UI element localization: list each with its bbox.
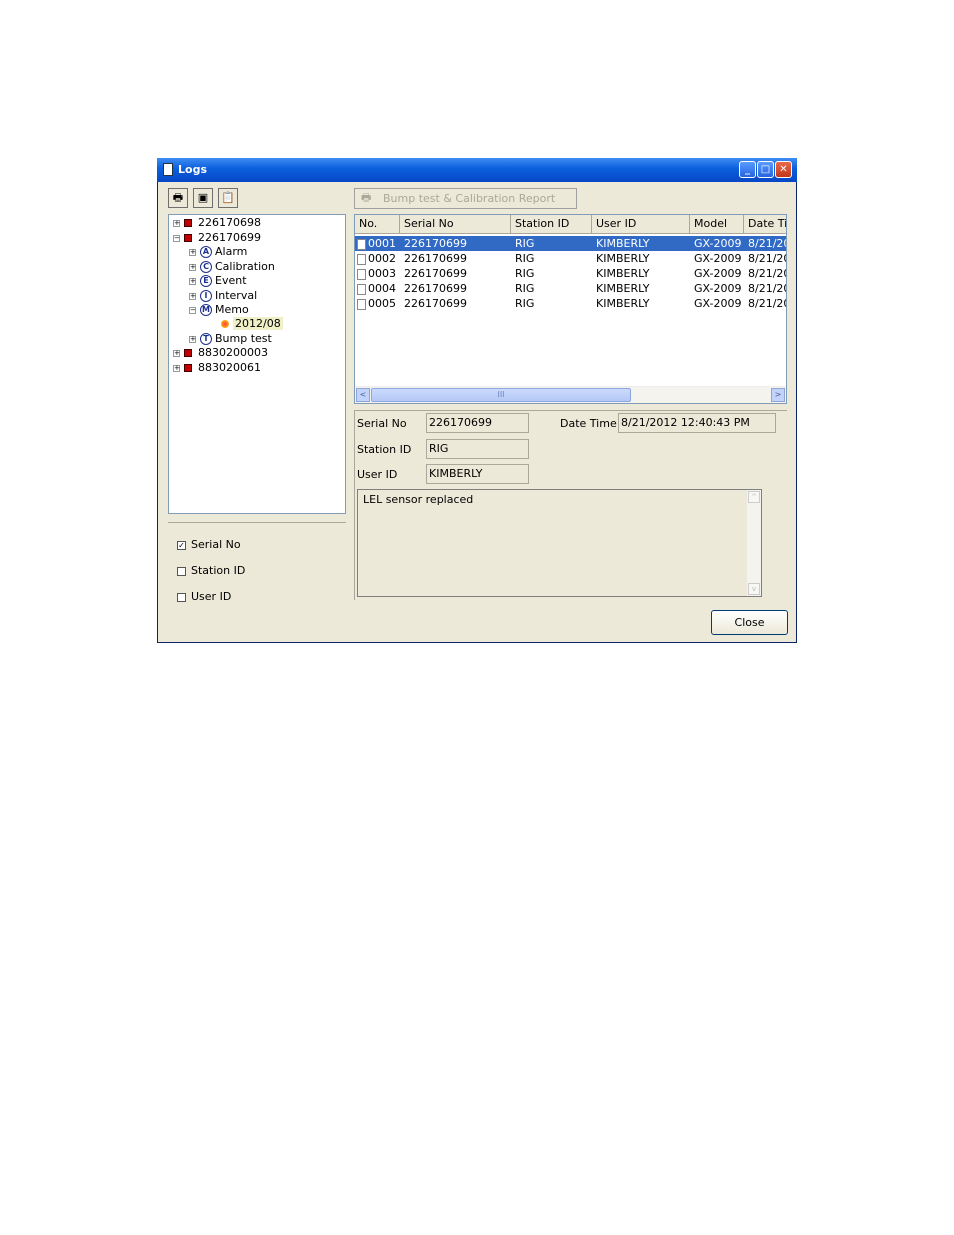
close-button[interactable]: Close <box>711 610 788 635</box>
user-id-checkbox[interactable]: User ID <box>177 590 231 604</box>
expand-icon[interactable]: + <box>173 219 180 227</box>
printer-icon: 🖶 <box>172 191 184 204</box>
column-header-station-id[interactable]: Station ID <box>511 215 592 233</box>
serial-no-checkbox[interactable]: ✓ Serial No <box>177 538 241 552</box>
device-icon <box>184 234 192 242</box>
alarm-badge-icon: A <box>200 246 212 258</box>
detail-panel: Serial No 226170699 Date Time 8/21/2012 … <box>354 410 787 600</box>
log-leaf-icon <box>221 320 229 328</box>
column-header-user-id[interactable]: User ID <box>592 215 690 233</box>
station-id-checkbox[interactable]: Station ID <box>177 564 245 578</box>
bump-calibration-report-button[interactable]: 🖶 Bump test & Calibration Report <box>354 188 577 209</box>
interval-badge-icon: I <box>200 290 212 302</box>
table-row[interactable]: 0002 226170699 RIG KIMBERLY GX-2009 8/21… <box>355 251 786 266</box>
table-row[interactable]: 0001 226170699 RIG KIMBERLY GX-2009 8/21… <box>355 236 786 251</box>
floppy-disk-icon: ▣ <box>197 191 209 204</box>
printer-icon: 🖶 <box>361 191 372 204</box>
device-icon <box>184 219 192 227</box>
serial-no-field: 226170699 <box>426 413 529 433</box>
serial-no-label: Serial No <box>357 417 407 430</box>
expand-icon[interactable]: + <box>189 248 196 256</box>
tree-node-bump-test[interactable]: + T Bump test <box>189 332 272 346</box>
save-button[interactable]: ▣ <box>193 188 213 208</box>
memo-badge-icon: M <box>200 304 212 316</box>
table-row[interactable]: 0003 226170699 RIG KIMBERLY GX-2009 8/21… <box>355 266 786 281</box>
station-id-field: RIG <box>426 439 529 459</box>
expand-icon[interactable]: + <box>189 335 196 343</box>
horizontal-scrollbar[interactable]: < III > <box>355 386 786 403</box>
tree-node-device[interactable]: +883020061 <box>173 361 261 375</box>
collapse-icon[interactable]: − <box>189 306 196 314</box>
maximize-button[interactable]: □ <box>757 161 774 178</box>
title-bar[interactable]: Logs _ □ ✕ <box>157 158 797 182</box>
document-icon <box>357 268 366 280</box>
collapse-icon[interactable]: − <box>173 234 180 242</box>
scroll-right-button[interactable]: > <box>771 388 785 402</box>
bump-test-badge-icon: T <box>200 333 212 345</box>
document-icon <box>357 253 366 265</box>
memo-vertical-scrollbar[interactable]: ^ v <box>747 490 761 596</box>
tree-node-calibration[interactable]: + C Calibration <box>189 260 275 274</box>
calibration-badge-icon: C <box>200 261 212 273</box>
checkbox-checked-icon: ✓ <box>177 540 186 550</box>
document-icon <box>357 283 366 295</box>
checkbox-unchecked-icon <box>177 566 186 576</box>
tree-node-interval[interactable]: + I Interval <box>189 289 257 303</box>
device-icon <box>184 349 192 357</box>
tree-node-event[interactable]: + E Event <box>189 274 247 288</box>
user-id-field: KIMBERLY <box>426 464 529 484</box>
close-window-button[interactable]: ✕ <box>775 161 792 178</box>
filter-panel: ✓ Serial No Station ID User ID <box>168 522 346 604</box>
expand-icon[interactable]: + <box>173 364 180 372</box>
document-icon <box>357 298 366 310</box>
tree-node-device[interactable]: +8830200003 <box>173 346 268 360</box>
column-header-model[interactable]: Model <box>690 215 744 233</box>
column-header-no[interactable]: No. <box>355 215 400 233</box>
checkbox-unchecked-icon <box>177 592 186 602</box>
column-header-date-time[interactable]: Date Ti <box>744 215 786 233</box>
minimize-button[interactable]: _ <box>739 161 756 178</box>
report-button-label: Bump test & Calibration Report <box>383 192 556 205</box>
clipboard-icon: 📋 <box>221 191 235 204</box>
date-time-label: Date Time <box>560 417 617 430</box>
scroll-down-button[interactable]: v <box>748 583 760 595</box>
column-header-serial-no[interactable]: Serial No <box>400 215 511 233</box>
user-id-label: User ID <box>357 468 398 481</box>
scroll-up-button[interactable]: ^ <box>748 491 760 503</box>
scroll-left-button[interactable]: < <box>356 388 370 402</box>
tree-node-memo[interactable]: − M Memo <box>189 303 249 317</box>
station-id-label: Station ID <box>357 443 412 456</box>
memo-text: LEL sensor replaced <box>363 493 474 506</box>
table-row[interactable]: 0004 226170699 RIG KIMBERLY GX-2009 8/21… <box>355 281 786 296</box>
tree-node-device[interactable]: −226170699 <box>173 231 261 245</box>
device-icon <box>184 364 192 372</box>
scroll-thumb[interactable]: III <box>371 388 631 402</box>
tree-node-memo-2012-08[interactable]: 2012/08 <box>221 317 283 331</box>
window-title: Logs <box>178 163 207 176</box>
log-list[interactable]: No. Serial No Station ID User ID Model D… <box>354 214 787 404</box>
date-time-field: 8/21/2012 12:40:43 PM <box>618 413 776 433</box>
logs-window: Logs _ □ ✕ 🖶 ▣ 📋 🖶 Bump test & Calibrati… <box>157 158 797 643</box>
tree-node-alarm[interactable]: + A Alarm <box>189 245 247 259</box>
document-icon <box>357 238 366 250</box>
list-header: No. Serial No Station ID User ID Model D… <box>355 215 786 234</box>
memo-text-area[interactable]: LEL sensor replaced ^ v <box>357 489 762 597</box>
clipboard-button[interactable]: 📋 <box>218 188 238 208</box>
app-icon <box>163 163 173 176</box>
table-row[interactable]: 0005 226170699 RIG KIMBERLY GX-2009 8/21… <box>355 296 786 311</box>
expand-icon[interactable]: + <box>173 349 180 357</box>
expand-icon[interactable]: + <box>189 263 196 271</box>
tree-node-device[interactable]: +226170698 <box>173 216 261 230</box>
print-button[interactable]: 🖶 <box>168 188 188 208</box>
expand-icon[interactable]: + <box>189 277 196 285</box>
expand-icon[interactable]: + <box>189 292 196 300</box>
event-badge-icon: E <box>200 275 212 287</box>
device-tree[interactable]: +226170698 −226170699 + A Alarm + C Calibrat… <box>168 214 346 514</box>
